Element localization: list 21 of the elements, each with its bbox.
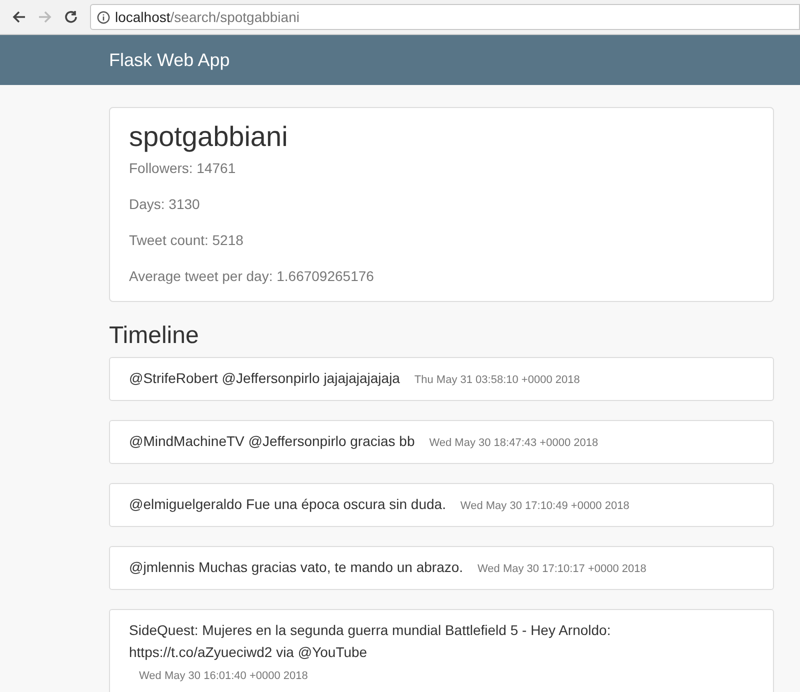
tweet-text: @MindMachineTV @Jeffersonpirlo gracias bb — [129, 432, 415, 451]
tweet-text: @StrifeRobert @Jeffersonpirlo jajajajajajaja — [129, 369, 400, 388]
tweet-date: Wed May 30 16:01:40 +0000 2018 — [139, 670, 308, 682]
stat-text: Average tweet per day: 1.66709265176 — [129, 267, 375, 286]
timeline-heading: Timeline — [109, 321, 200, 351]
tweet-date: Wed May 30 17:10:17 +0000 2018 — [478, 563, 646, 575]
info-icon — [97, 10, 110, 24]
tweet-date: Thu May 31 03:58:10 +0000 2018 — [414, 374, 580, 386]
address-bar[interactable]: localhost/search/spotgabbiani — [90, 4, 800, 30]
stat-text: Tweet count: 5218 — [129, 231, 244, 250]
brand-link[interactable]: Flask Web App — [109, 46, 230, 74]
tweet-text: @jmlennis Muchas gracias vato, te mando un abrazo. — [129, 558, 464, 577]
reload-icon — [64, 10, 78, 24]
tweet-text: @elmiguelgeraldo Fue una época oscura sin duda. — [129, 495, 446, 514]
stat-text: Days: 3130 — [129, 195, 201, 214]
url-text: localhost/search/spotgabbiani — [115, 8, 300, 27]
tweet-text: SideQuest: Mujeres en la segunda guerra mundial Battlefield 5 - Hey Arnoldo: https://t.co/aZyueciwd2 via @YouTube — [129, 621, 612, 662]
tweet-date: Wed May 30 18:47:43 +0000 2018 — [429, 437, 598, 449]
tweet-date: Wed May 30 17:10:49 +0000 2018 — [460, 500, 630, 512]
username-heading: spotgabbiani — [129, 120, 289, 154]
stat-text: Followers: 14761 — [129, 159, 237, 178]
